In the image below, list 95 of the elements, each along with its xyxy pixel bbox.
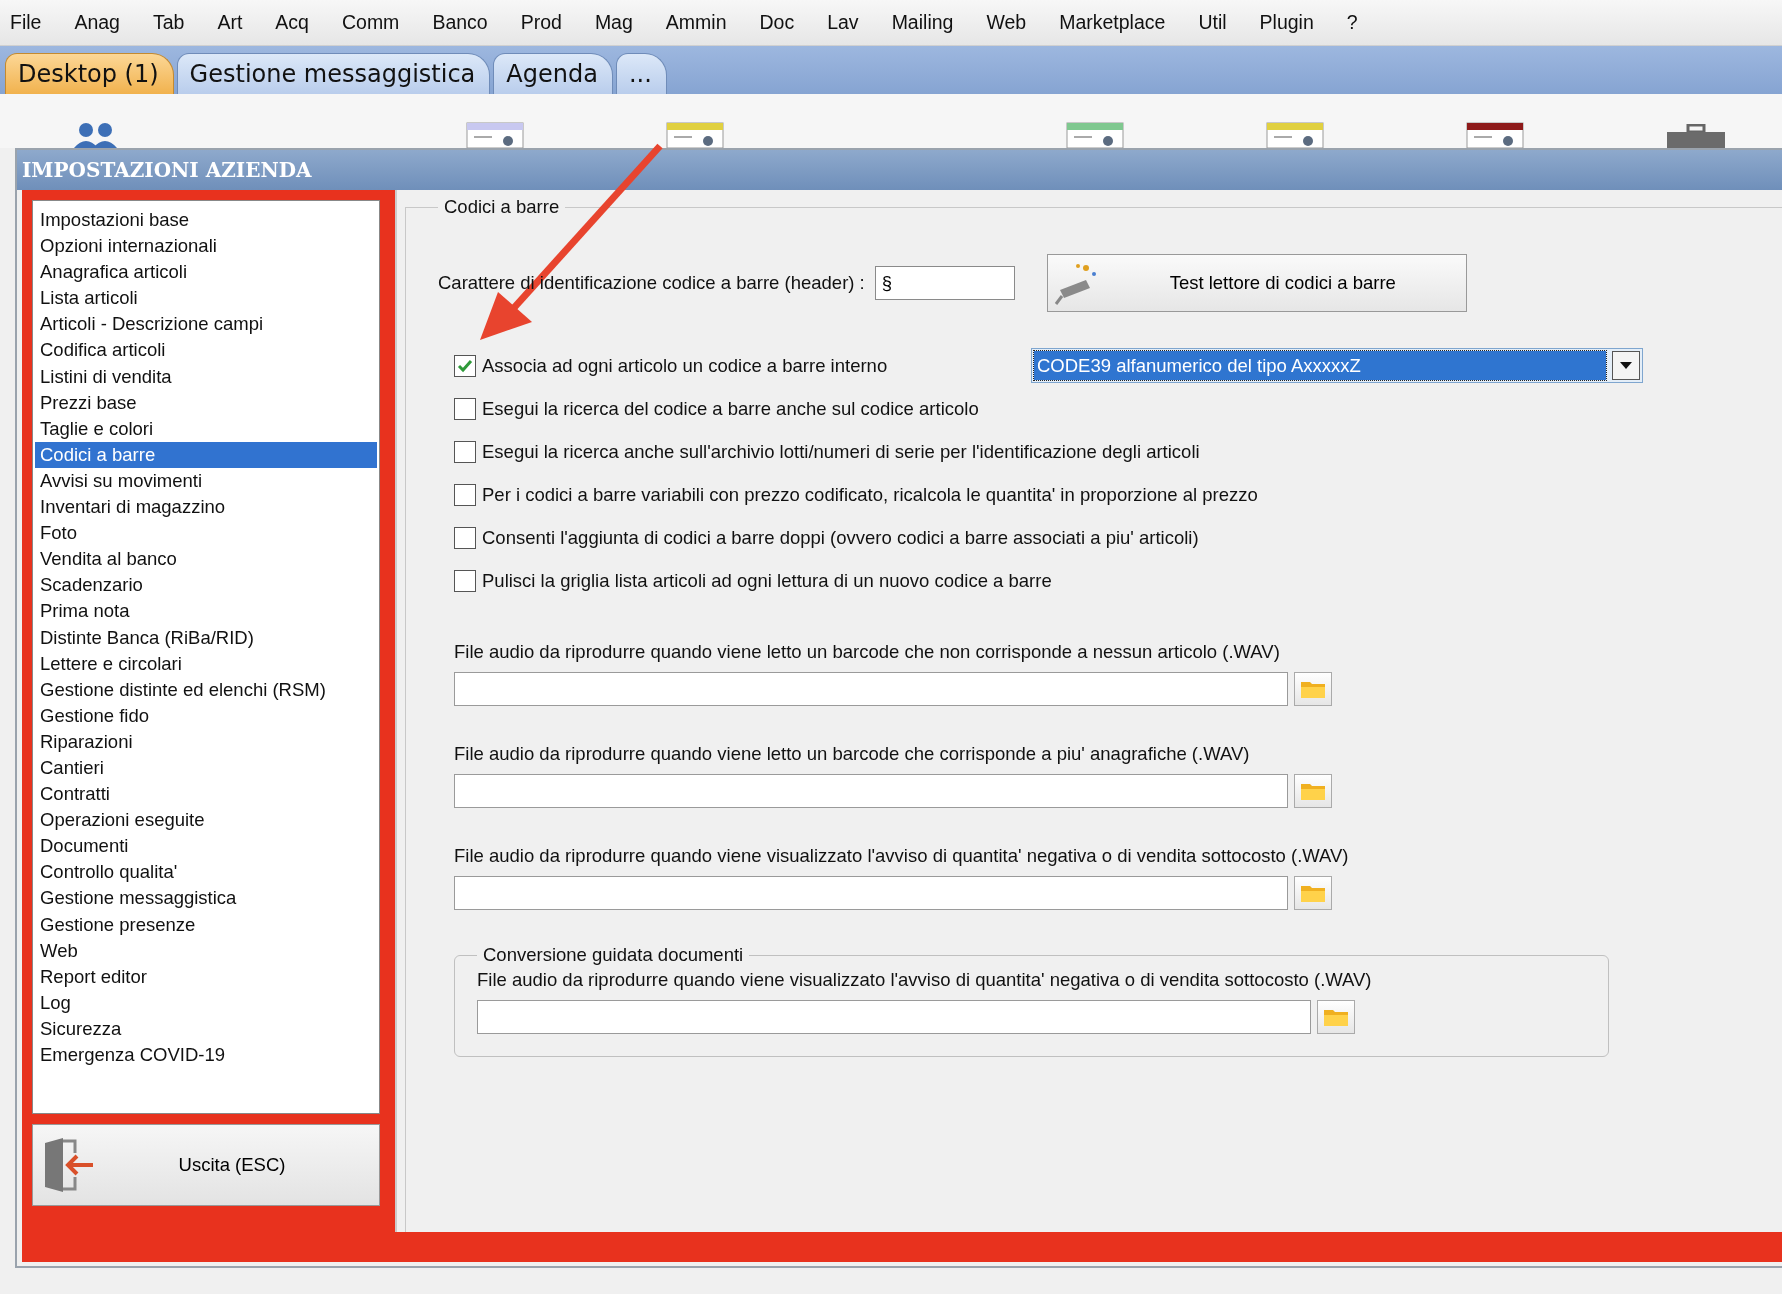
menu-item[interactable]: Lav [827,11,874,34]
sidebar-item[interactable]: Lettere e circolari [35,650,377,677]
field-label: Carattere di identificazione codice a barre (header) : [438,272,865,294]
checkbox[interactable] [454,397,476,420]
menu-item[interactable]: Plugin [1259,11,1329,34]
sidebar-item[interactable]: Contratti [35,781,377,808]
field-label: File audio da riprodurre quando viene visualizzato l'avviso di quantita' negativa o di vendita sottocosto (.WAV) [454,844,1350,868]
sidebar-item[interactable]: Gestione distinte ed elenchi (RSM) [35,676,377,703]
file-path-field[interactable] [454,672,1288,706]
menu-item[interactable]: Ammin [665,11,742,34]
field-label: File audio da riprodurre quando viene letto un barcode che corrisponde a piu' anagrafiche (.WAV) [454,742,1251,766]
sidebar-item[interactable]: Cantieri [35,754,377,782]
checkbox[interactable] [454,354,476,377]
sidebar-item[interactable]: Lista articoli [35,285,377,312]
group-title: Conversione guidata documenti [482,944,745,966]
tab[interactable]: Desktop (1) [5,53,174,94]
checkbox-label: Esegui la ricerca anche sull'archivio lotti/numeri di serie per l'identificazione degli articoli [482,440,1200,463]
menu-item[interactable]: Util [1198,11,1242,34]
checkbox-label: Per i codici a barre variabili con prezzo codificato, ricalcola le quantita' in proporzione al prezzo [482,483,1258,506]
menu-item[interactable]: Mailing [891,11,969,34]
field-label: File audio da riprodurre quando viene letto un barcode che non corrisponde a nessun articolo (.WAV) [454,640,1281,664]
menu-item[interactable]: Prod [520,11,577,34]
sidebar-item[interactable]: Vendita al banco [35,546,377,573]
sidebar-item[interactable]: Articoli - Descrizione campi [35,311,377,338]
menu-item[interactable]: Tab [152,11,200,34]
menu-item[interactable]: Mag [594,11,648,34]
sidebar-item[interactable]: Gestione messaggistica [35,885,377,912]
menu-item[interactable]: Marketplace [1059,11,1181,34]
folder-icon [1300,679,1326,699]
card-icon[interactable] [1266,122,1324,148]
sidebar-item[interactable]: Gestione fido [35,702,377,729]
people-icon[interactable] [72,122,120,148]
sidebar-item[interactable]: Impostazioni base [35,207,377,234]
menu-item[interactable]: Doc [759,11,810,34]
file-path-field[interactable] [454,876,1288,910]
menu-item[interactable]: Acq [275,11,324,34]
tab[interactable]: Agenda [493,53,613,94]
sidebar-item[interactable]: Prima nota [35,598,377,625]
sidebar-item[interactable]: Controllo qualita' [35,859,377,886]
group-title: Codici a barre [443,196,561,218]
file-path-field[interactable] [454,774,1288,808]
sidebar-item[interactable]: Web [35,937,377,964]
sidebar-item[interactable]: Operazioni eseguite [35,807,377,834]
checkbox[interactable] [454,569,476,592]
barcode-type-dropdown[interactable]: CODE39 alfanumerico del tipo AxxxxxZ [1031,348,1643,383]
exit-icon [43,1137,95,1193]
sidebar-item[interactable]: Taglie e colori [35,415,377,442]
menu-item[interactable]: File [10,11,57,34]
card-icon[interactable] [1466,122,1524,148]
menu-item[interactable]: Comm [341,11,415,34]
folder-icon [1300,883,1326,903]
sidebar-item[interactable]: Distinte Banca (RiBa/RID) [35,624,377,651]
tab[interactable]: ... [615,53,667,94]
sidebar-item[interactable]: Foto [35,520,377,547]
tab[interactable]: Gestione messaggistica [176,53,491,94]
checkbox-label: Pulisci la griglia lista articoli ad ogni lettura di un nuovo codice a barre [482,569,1052,592]
briefcase-icon[interactable] [1666,124,1726,148]
sidebar-item[interactable]: Gestione presenze [35,911,377,938]
sidebar-item[interactable]: Inventari di magazzino [35,494,377,521]
sidebar-item[interactable]: Anagrafica articoli [35,259,377,286]
checkbox[interactable] [454,440,476,463]
menu-item[interactable]: Anag [74,11,135,34]
checkbox-label: Esegui la ricerca del codice a barre anche sul codice articolo [482,397,979,420]
sidebar-item[interactable]: Opzioni internazionali [35,233,377,260]
sidebar-item[interactable]: Documenti [35,833,377,860]
sidebar-item[interactable]: Prezzi base [35,389,377,416]
sidebar-item[interactable]: Emergenza COVID-19 [35,1042,377,1069]
field-label: File audio da riprodurre quando viene visualizzato l'avviso di quantita' negativa o di vendita sottocosto (.WAV) [477,968,1373,992]
menu-item[interactable]: Web [986,11,1042,34]
checkbox-label: Associa ad ogni articolo un codice a barre interno [482,354,888,377]
menu-item[interactable]: Art [217,11,258,34]
sidebar-item[interactable]: Riparazioni [35,728,377,755]
checkbox[interactable] [454,526,476,549]
sidebar-item[interactable]: Log [35,989,377,1016]
card-icon[interactable] [466,122,524,148]
menu-item[interactable]: Banco [432,11,503,34]
sidebar-item[interactable]: Codici a barre [35,441,377,468]
card-icon[interactable] [666,122,724,148]
sidebar-item[interactable]: Listini di vendita [35,363,377,390]
sidebar-item[interactable]: Avvisi su movimenti [35,467,377,495]
menu-item[interactable]: ? [1346,11,1373,34]
window-title: IMPOSTAZIONI AZIENDA [17,150,1782,190]
input-field[interactable]: § [874,266,1015,300]
folder-icon [1323,1007,1349,1027]
file-path-field[interactable] [477,1000,1311,1034]
sidebar-item[interactable]: Report editor [35,963,377,990]
checkbox[interactable] [454,483,476,506]
exit-button[interactable]: Uscita (ESC) [32,1124,380,1206]
sidebar-item[interactable]: Scadenzario [35,572,377,599]
test-button[interactable]: Test lettore di codici a barre [1046,254,1467,312]
sidebar-item[interactable]: Sicurezza [35,1015,377,1042]
card-icon[interactable] [1066,122,1124,148]
sidebar-item[interactable]: Codifica articoli [35,337,377,364]
folder-icon [1300,781,1326,801]
checkbox-label: Consenti l'aggiunta di codici a barre doppi (ovvero codici a barre associati a piu' articoli) [482,526,1199,549]
